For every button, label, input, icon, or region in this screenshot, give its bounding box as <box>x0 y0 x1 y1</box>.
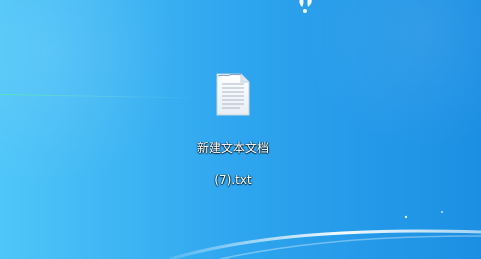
background-light-beam <box>0 94 215 99</box>
desktop-icon-label-line-1: 新建文本文档 <box>196 141 269 155</box>
desktop-icon-text-file[interactable]: 新建文本文档 (7).txt <box>193 73 273 187</box>
windows-logo-fragment-icon <box>299 0 312 13</box>
desktop[interactable]: 新建文本文档 (7).txt <box>0 0 481 259</box>
desktop-icon-label[interactable]: 新建文本文档 (7).txt <box>193 124 273 204</box>
text-file-icon <box>216 73 250 116</box>
desktop-icon-label-line-2: (7).txt <box>214 173 252 187</box>
